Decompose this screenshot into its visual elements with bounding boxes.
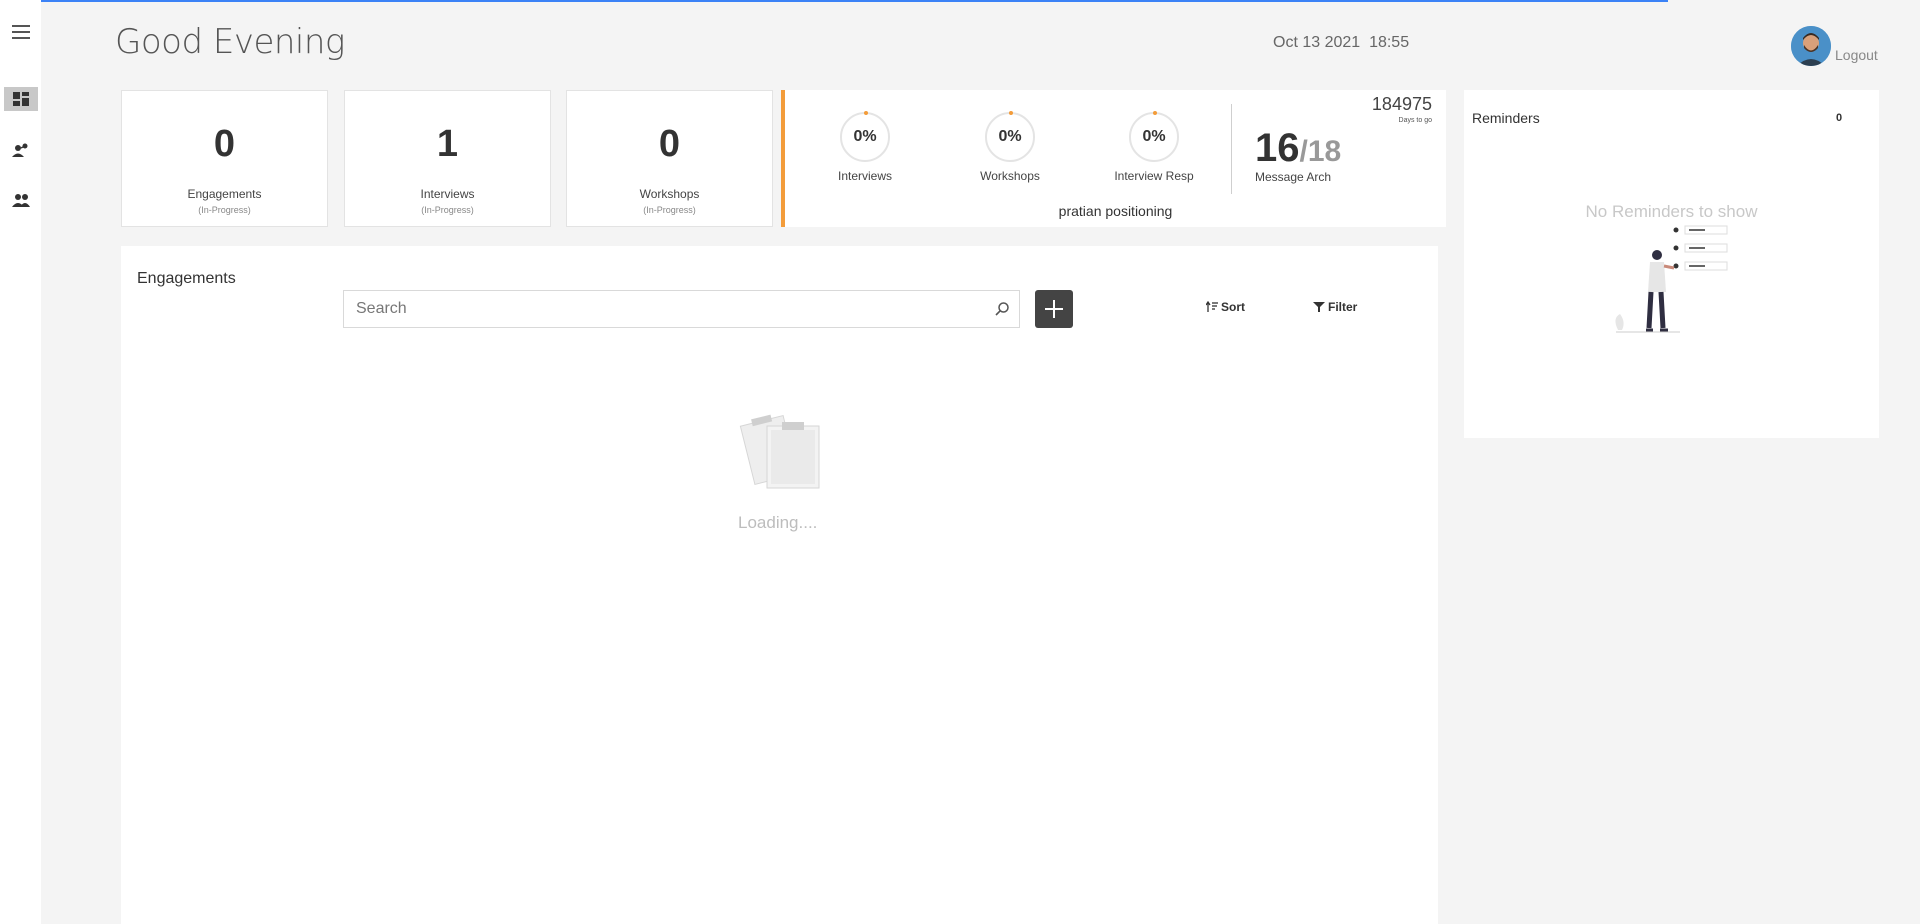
top-progress-bar bbox=[0, 0, 1668, 2]
search-box bbox=[343, 290, 1020, 328]
stat-card-workshops[interactable]: 0 Workshops (In-Progress) bbox=[566, 90, 773, 227]
sidebar bbox=[0, 0, 41, 924]
filter-icon bbox=[1313, 302, 1325, 312]
sidebar-item-dashboard[interactable] bbox=[4, 87, 38, 111]
search-icon[interactable] bbox=[985, 292, 1019, 326]
stat-value: 0 bbox=[213, 123, 236, 165]
stat-sublabel: (In-Progress) bbox=[421, 205, 474, 215]
positioning-name: pratian positioning bbox=[1058, 203, 1173, 219]
search-input[interactable] bbox=[344, 291, 985, 327]
filter-label: Filter bbox=[1328, 300, 1358, 314]
progress-ring: 0% bbox=[840, 111, 890, 162]
dashboard-icon bbox=[13, 92, 29, 106]
reminders-empty-text: No Reminders to show bbox=[1585, 202, 1758, 221]
engagements-panel: Engagements Sort Filter Loading.... bbox=[121, 246, 1438, 924]
group-icon bbox=[12, 194, 30, 207]
ring-label: Interview Resp bbox=[1114, 169, 1194, 183]
divider bbox=[1231, 104, 1232, 194]
ring-interview-resp: 0% Interview Resp bbox=[1099, 111, 1209, 183]
days-to-go-label: Days to go bbox=[1398, 117, 1432, 124]
menu-icon bbox=[12, 25, 30, 39]
sidebar-item-engagements[interactable] bbox=[4, 138, 38, 162]
stat-label: Engagements bbox=[187, 187, 262, 201]
positioning-card[interactable]: 184975 Days to go 0% Interviews 0% Works… bbox=[781, 90, 1446, 227]
loading-text: Loading.... bbox=[738, 513, 818, 532]
ring-label: Interviews bbox=[837, 169, 893, 183]
reminders-count: 0 bbox=[1836, 112, 1843, 124]
datetime-display: Oct 13 2021 18:55 bbox=[1273, 34, 1410, 51]
message-arch-label: Message Arch bbox=[1255, 170, 1332, 184]
stat-sublabel: (In-Progress) bbox=[198, 205, 251, 215]
ring-label: Workshops bbox=[980, 169, 1040, 183]
add-engagement-button[interactable] bbox=[1035, 290, 1073, 328]
progress-ring: 0% bbox=[1129, 111, 1179, 162]
stat-value: 1 bbox=[436, 123, 459, 165]
sidebar-item-users[interactable] bbox=[4, 188, 38, 212]
sort-button[interactable]: Sort bbox=[1206, 300, 1245, 314]
message-arch-value: 16/18 bbox=[1255, 126, 1342, 170]
avatar[interactable] bbox=[1791, 26, 1831, 66]
user-engage-icon bbox=[12, 143, 28, 157]
reminders-panel: Reminders 0 No Reminders to show bbox=[1464, 90, 1879, 438]
engagements-title: Engagements bbox=[137, 270, 236, 287]
reminders-empty-illustration bbox=[1615, 225, 1728, 333]
days-to-go-value: 184975 bbox=[1371, 94, 1432, 114]
clipboard-icon bbox=[739, 414, 820, 489]
progress-ring: 0% bbox=[985, 111, 1035, 162]
reminders-title: Reminders bbox=[1472, 110, 1540, 126]
logout-link[interactable]: Logout bbox=[1835, 47, 1878, 63]
sort-icon bbox=[1206, 301, 1218, 312]
sort-label: Sort bbox=[1221, 300, 1245, 314]
stat-card-interviews[interactable]: 1 Interviews (In-Progress) bbox=[344, 90, 551, 227]
stat-label: Workshops bbox=[639, 187, 700, 201]
stat-value: 0 bbox=[658, 123, 681, 165]
filter-button[interactable]: Filter bbox=[1313, 300, 1357, 314]
menu-toggle-button[interactable] bbox=[4, 20, 38, 44]
page-greeting: Good Evening bbox=[115, 22, 345, 62]
stat-card-engagements[interactable]: 0 Engagements (In-Progress) bbox=[121, 90, 328, 227]
plus-icon bbox=[1045, 300, 1063, 318]
stat-sublabel: (In-Progress) bbox=[643, 205, 696, 215]
user-avatar-icon bbox=[1791, 26, 1831, 66]
ring-interviews: 0% Interviews bbox=[810, 111, 920, 183]
stat-label: Interviews bbox=[420, 187, 475, 201]
ring-workshops: 0% Workshops bbox=[955, 111, 1065, 183]
